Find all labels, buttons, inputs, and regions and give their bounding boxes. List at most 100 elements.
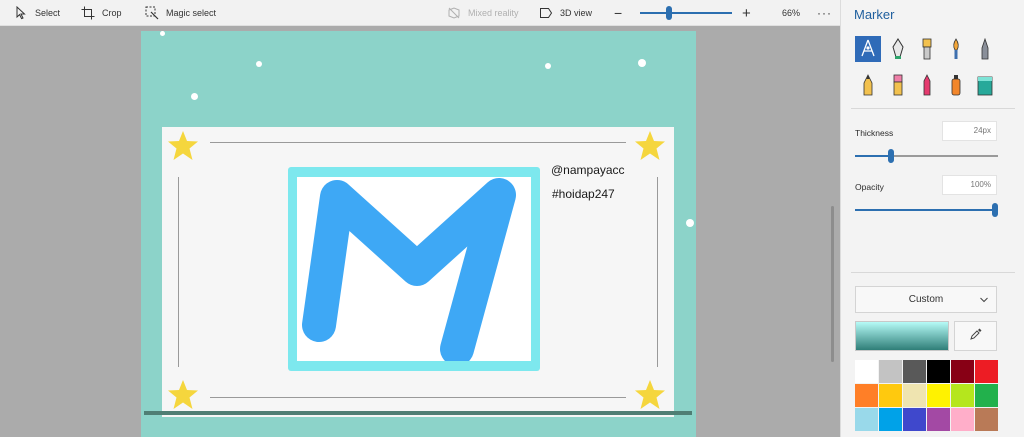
magic-select-icon <box>145 6 159 20</box>
color-swatch[interactable] <box>855 360 878 383</box>
3d-view-icon <box>539 6 553 20</box>
pencil-icon[interactable] <box>855 72 881 98</box>
select-button[interactable]: Select <box>14 0 60 26</box>
color-swatch[interactable] <box>951 408 974 431</box>
minus-icon: − <box>614 5 623 21</box>
current-color-swatch[interactable] <box>855 321 949 351</box>
spray-can-icon[interactable] <box>943 72 969 98</box>
crop-label: Crop <box>102 8 122 18</box>
color-swatch[interactable] <box>927 408 950 431</box>
drawing-canvas[interactable]: @nampayacc #hoidap247 <box>141 31 696 437</box>
3d-view-button[interactable]: 3D view <box>539 0 592 26</box>
zoom-slider-track <box>640 12 732 14</box>
magic-select-button[interactable]: Magic select <box>145 0 216 26</box>
star-bottom-left <box>166 378 200 412</box>
vertical-scrollbar[interactable] <box>831 206 834 362</box>
card-border-right <box>657 177 658 367</box>
brush-panel: Marker Thickness 24px Opacity 100% Custo… <box>840 0 1024 437</box>
mixed-reality-icon <box>447 6 461 20</box>
color-swatch[interactable] <box>975 384 998 407</box>
crop-button[interactable]: Crop <box>81 0 122 26</box>
fill-bucket-icon[interactable] <box>972 72 998 98</box>
hashtag-text: #hoidap247 <box>552 187 615 201</box>
star-bottom-right <box>633 378 667 412</box>
color-swatch[interactable] <box>903 408 926 431</box>
letter-m-logo <box>302 178 516 366</box>
color-palette <box>855 360 998 431</box>
color-swatch[interactable] <box>855 384 878 407</box>
snow-dot <box>686 219 694 227</box>
logo-frame <box>288 167 540 371</box>
more-dots-icon: ··· <box>817 6 832 20</box>
zoom-in-button[interactable]: + <box>742 0 751 26</box>
mixed-reality-button[interactable]: Mixed reality <box>447 0 519 26</box>
color-swatch[interactable] <box>951 384 974 407</box>
snow-dot <box>638 59 646 67</box>
snow-dot <box>160 31 165 36</box>
paint-3d-window: Select Crop Magic select Mixed reality 3… <box>0 0 1024 437</box>
zoom-level[interactable]: 66% <box>782 0 800 26</box>
color-swatch[interactable] <box>879 384 902 407</box>
crayon-icon[interactable] <box>914 72 940 98</box>
panel-divider <box>851 272 1015 273</box>
thickness-slider-filled <box>855 155 888 157</box>
opacity-slider-thumb[interactable] <box>992 203 998 217</box>
pixel-pen-icon[interactable] <box>972 36 998 62</box>
color-swatch[interactable] <box>927 384 950 407</box>
card-shelf <box>144 411 692 415</box>
thickness-slider-track <box>894 155 998 157</box>
cursor-arrow-icon <box>14 6 28 20</box>
watercolor-icon[interactable] <box>943 36 969 62</box>
thickness-slider-thumb[interactable] <box>888 149 894 163</box>
zoom-slider-thumb[interactable] <box>666 6 672 20</box>
color-swatch[interactable] <box>927 360 950 383</box>
snow-dot <box>191 93 198 100</box>
thickness-input[interactable]: 24px <box>942 121 997 141</box>
card-border-bottom <box>210 397 626 398</box>
marker-brush-icon[interactable] <box>855 36 881 62</box>
color-mode-label: Custom <box>908 294 944 305</box>
color-swatch[interactable] <box>975 408 998 431</box>
star-top-right <box>633 129 667 163</box>
thickness-slider[interactable] <box>855 149 998 163</box>
logo-frame-inner <box>297 177 531 366</box>
thickness-label: Thickness <box>855 128 894 138</box>
color-mode-dropdown[interactable]: Custom <box>855 286 997 313</box>
oil-brush-icon[interactable] <box>914 36 940 62</box>
color-swatch[interactable] <box>855 408 878 431</box>
opacity-label: Opacity <box>855 182 884 192</box>
eraser-icon[interactable] <box>885 72 911 98</box>
3d-view-label: 3D view <box>560 8 593 18</box>
eyedropper-icon <box>969 327 982 345</box>
canvas-workspace[interactable]: @nampayacc #hoidap247 <box>0 26 840 437</box>
opacity-slider-filled <box>855 209 992 211</box>
color-swatch[interactable] <box>903 360 926 383</box>
color-swatch[interactable] <box>975 360 998 383</box>
card-border-left <box>178 177 179 367</box>
card-border-top <box>210 142 626 143</box>
opacity-input[interactable]: 100% <box>942 175 997 195</box>
crop-icon <box>81 6 95 20</box>
snow-dot <box>256 61 262 67</box>
color-swatch[interactable] <box>879 408 902 431</box>
panel-divider <box>851 108 1015 109</box>
color-swatch[interactable] <box>903 384 926 407</box>
magic-select-label: Magic select <box>166 8 217 18</box>
plus-icon: + <box>742 4 751 22</box>
handle-text: @nampayacc <box>551 163 625 177</box>
eyedropper-button[interactable] <box>954 321 997 351</box>
top-toolbar: Select Crop Magic select Mixed reality 3… <box>0 0 840 26</box>
calligraphy-pen-icon[interactable] <box>885 36 911 62</box>
color-swatch[interactable] <box>951 360 974 383</box>
opacity-slider[interactable] <box>855 203 998 217</box>
color-swatch[interactable] <box>879 360 902 383</box>
zoom-out-button[interactable]: − <box>614 0 622 26</box>
more-options-button[interactable]: ··· <box>817 0 832 26</box>
star-top-left <box>166 129 200 163</box>
panel-title: Marker <box>854 7 895 22</box>
greeting-card: @nampayacc #hoidap247 <box>162 127 674 417</box>
snow-dot <box>545 63 551 69</box>
select-label: Select <box>35 8 61 18</box>
zoom-slider[interactable] <box>640 6 732 20</box>
chevron-down-icon <box>980 296 988 304</box>
